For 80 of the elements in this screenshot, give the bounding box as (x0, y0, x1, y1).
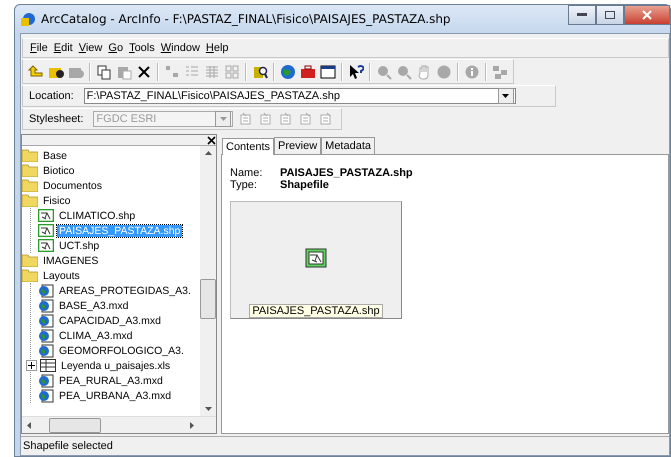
location-label: Location: (29, 90, 74, 102)
shapefile-icon (38, 239, 54, 252)
shapefile-icon (38, 224, 54, 237)
scroll-right-arrow-icon[interactable] (190, 422, 194, 428)
up-arrow-icon[interactable] (28, 64, 44, 80)
field-label: Type: (230, 179, 258, 191)
tree-item[interactable]: Biotico (41, 164, 77, 176)
minimize-icon (577, 13, 587, 17)
folder-icon (22, 149, 38, 162)
window-icon[interactable] (320, 64, 336, 80)
shapefile-icon (38, 209, 54, 222)
horizontal-scrollbar[interactable] (22, 416, 216, 433)
tree-item[interactable]: Documentos (41, 180, 104, 192)
stylesheet-label: Stylesheet: (29, 113, 84, 125)
menu-item[interactable]: File (27, 42, 51, 54)
dropdown-arrow-icon (220, 117, 227, 121)
dropdown-arrow-icon (502, 94, 510, 98)
table-icon (40, 359, 56, 372)
map-document-icon (38, 388, 54, 402)
tree-item[interactable]: Base (41, 150, 69, 162)
map-document-icon (38, 344, 54, 358)
status-bar: Shapefile selected (21, 436, 669, 455)
folder-icon (22, 194, 38, 207)
copy-icon[interactable] (96, 64, 112, 80)
tree-item[interactable]: GEOMORFOLOGICO_A3. (57, 344, 186, 356)
minimize-button[interactable] (568, 5, 596, 25)
scroll-thumb[interactable] (200, 279, 216, 319)
app-icon (20, 11, 36, 27)
tree-item[interactable]: BASE_A3.mxd (57, 300, 130, 312)
scroll-left-arrow-icon[interactable] (27, 422, 31, 428)
menu-item[interactable]: Edit (50, 42, 76, 54)
menu-item[interactable]: Help (202, 42, 232, 54)
tab[interactable]: Contents (222, 138, 274, 155)
tree-item[interactable]: Layouts (41, 270, 82, 282)
tab[interactable]: Metadata (321, 137, 376, 154)
tree-item[interactable]: CLIMA_A3.mxd (57, 330, 135, 342)
tab[interactable]: Preview (274, 137, 322, 154)
tree-item[interactable]: PEA_URBANA_A3.mxd (57, 390, 174, 402)
map-document-icon (38, 284, 54, 298)
help-pointer-icon[interactable] (348, 64, 364, 80)
shapefile-icon (305, 248, 327, 268)
tree-item[interactable]: Leyenda u_paisajes.xls (59, 360, 172, 372)
field-value: Shapefile (280, 179, 330, 191)
folder-icon (22, 164, 38, 177)
location-field[interactable]: F:\PASTAZ_FINAL\Fisico\PAISAJES_PASTAZA.shp (84, 88, 516, 104)
map-document-icon (38, 314, 54, 328)
tree-item[interactable]: CLIMATICO.shp (57, 210, 138, 222)
menu-item[interactable]: View (76, 42, 106, 54)
folder-icon (22, 179, 38, 192)
map-document-icon (38, 374, 54, 388)
expand-toggle[interactable] (26, 360, 37, 371)
thumbnail-card[interactable]: PAISAJES_PASTAZA.shp (230, 201, 402, 319)
scroll-down-arrow-icon[interactable] (204, 407, 212, 411)
close-button[interactable] (624, 5, 670, 25)
tree-item[interactable]: Fisico (41, 194, 72, 206)
thumbnail-caption: PAISAJES_PASTAZA.shp (249, 304, 383, 318)
map-document-icon (38, 298, 54, 312)
menu-item[interactable]: Tools (126, 42, 158, 54)
tree-item[interactable]: IMAGENES (41, 254, 100, 266)
delete-icon[interactable] (136, 64, 152, 80)
scroll-thumb[interactable] (49, 418, 101, 432)
tree-item[interactable]: AREAS_PROTEGIDAS_A3. (57, 284, 193, 296)
folder-icon (22, 254, 38, 267)
menu-item[interactable]: Window (158, 42, 203, 54)
tree-item[interactable]: CAPACIDAD_A3.mxd (57, 314, 163, 326)
tree-item[interactable]: UCT.shp (57, 240, 102, 252)
window-title: ArcCatalog - ArcInfo - F:\PASTAZ_FINAL\Fisico\PAISAJES_PASTAZA.shp (41, 12, 451, 26)
vertical-scrollbar[interactable] (200, 146, 216, 416)
maximize-icon (605, 11, 615, 19)
field-value: PAISAJES_PASTAZA.shp (280, 167, 414, 179)
tree-item[interactable]: PEA_RURAL_A3.mxd (57, 374, 165, 386)
map-document-icon (38, 328, 54, 342)
close-icon[interactable] (207, 136, 216, 144)
close-icon (642, 10, 652, 20)
toolbox-icon[interactable] (300, 64, 316, 80)
menu-item[interactable]: Go (105, 42, 126, 54)
field-label: Name: (230, 167, 264, 179)
maximize-button[interactable] (596, 5, 624, 25)
folder-icon (22, 269, 38, 282)
scroll-up-arrow-icon[interactable] (204, 151, 212, 155)
